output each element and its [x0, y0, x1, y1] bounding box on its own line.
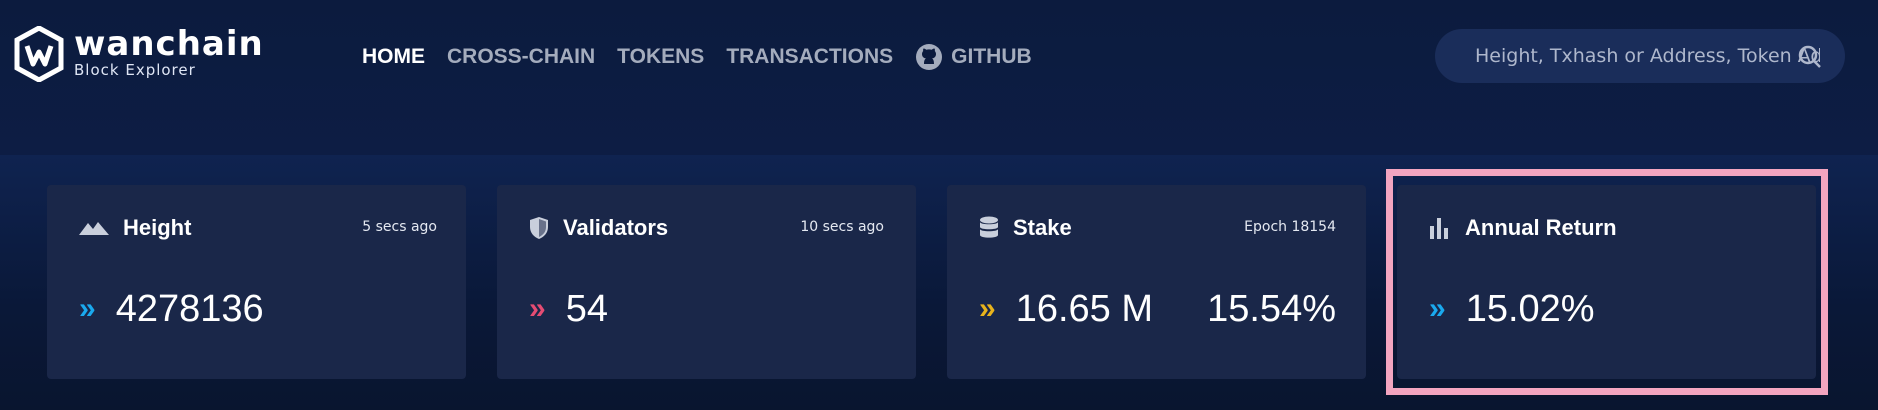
nav-github[interactable]: GITHUB	[915, 43, 1032, 71]
shield-icon	[530, 217, 548, 239]
wanchain-logo-icon	[14, 26, 64, 82]
nav-tokens[interactable]: TOKENS	[617, 45, 704, 69]
search-box[interactable]	[1435, 29, 1845, 83]
chevron-right-icon: »	[979, 292, 996, 325]
chevron-right-icon: »	[1429, 292, 1446, 325]
main-nav: HOME CROSS-CHAIN TOKENS TRANSACTIONS GIT…	[362, 43, 1054, 71]
validators-card[interactable]: Validators 10 secs ago » 54	[497, 185, 916, 379]
annual-return-title: Annual Return	[1465, 215, 1617, 240]
annual-return-card[interactable]: Annual Return » 15.02%	[1397, 185, 1816, 379]
brand-name: wanchain	[74, 24, 264, 64]
database-icon	[980, 216, 998, 238]
nav-home[interactable]: HOME	[362, 45, 425, 69]
github-icon	[916, 44, 943, 70]
stake-percentage: 15.54%	[1207, 288, 1336, 330]
stake-value: 16.65 M	[1015, 288, 1153, 330]
stake-card[interactable]: Stake Epoch 18154 » 16.65 M 15.54%	[947, 185, 1366, 379]
validators-timestamp: 10 secs ago	[800, 219, 884, 235]
bar-chart-icon	[1430, 218, 1448, 239]
chevron-right-icon: »	[529, 292, 546, 325]
height-timestamp: 5 secs ago	[362, 219, 437, 235]
annual-return-value: 15.02%	[1465, 288, 1595, 330]
nav-cross-chain[interactable]: CROSS-CHAIN	[447, 45, 595, 69]
stake-epoch: Epoch 18154	[1244, 219, 1336, 235]
mountain-icon	[79, 222, 109, 235]
height-value: 4278136	[115, 288, 264, 330]
search-input[interactable]	[1475, 45, 1820, 67]
nav-github-label: GITHUB	[951, 45, 1032, 68]
chevron-right-icon: »	[79, 292, 96, 325]
height-card[interactable]: Height 5 secs ago » 4278136	[47, 185, 466, 379]
nav-transactions[interactable]: TRANSACTIONS	[726, 45, 893, 69]
stake-title: Stake	[1013, 215, 1072, 240]
height-title: Height	[123, 215, 192, 240]
search-icon[interactable]	[1797, 44, 1823, 70]
validators-value: 54	[565, 288, 608, 330]
header: wanchain Block Explorer HOME CROSS-CHAIN…	[0, 0, 1878, 155]
validators-title: Validators	[563, 215, 669, 240]
brand-logo[interactable]: wanchain Block Explorer	[14, 26, 264, 82]
